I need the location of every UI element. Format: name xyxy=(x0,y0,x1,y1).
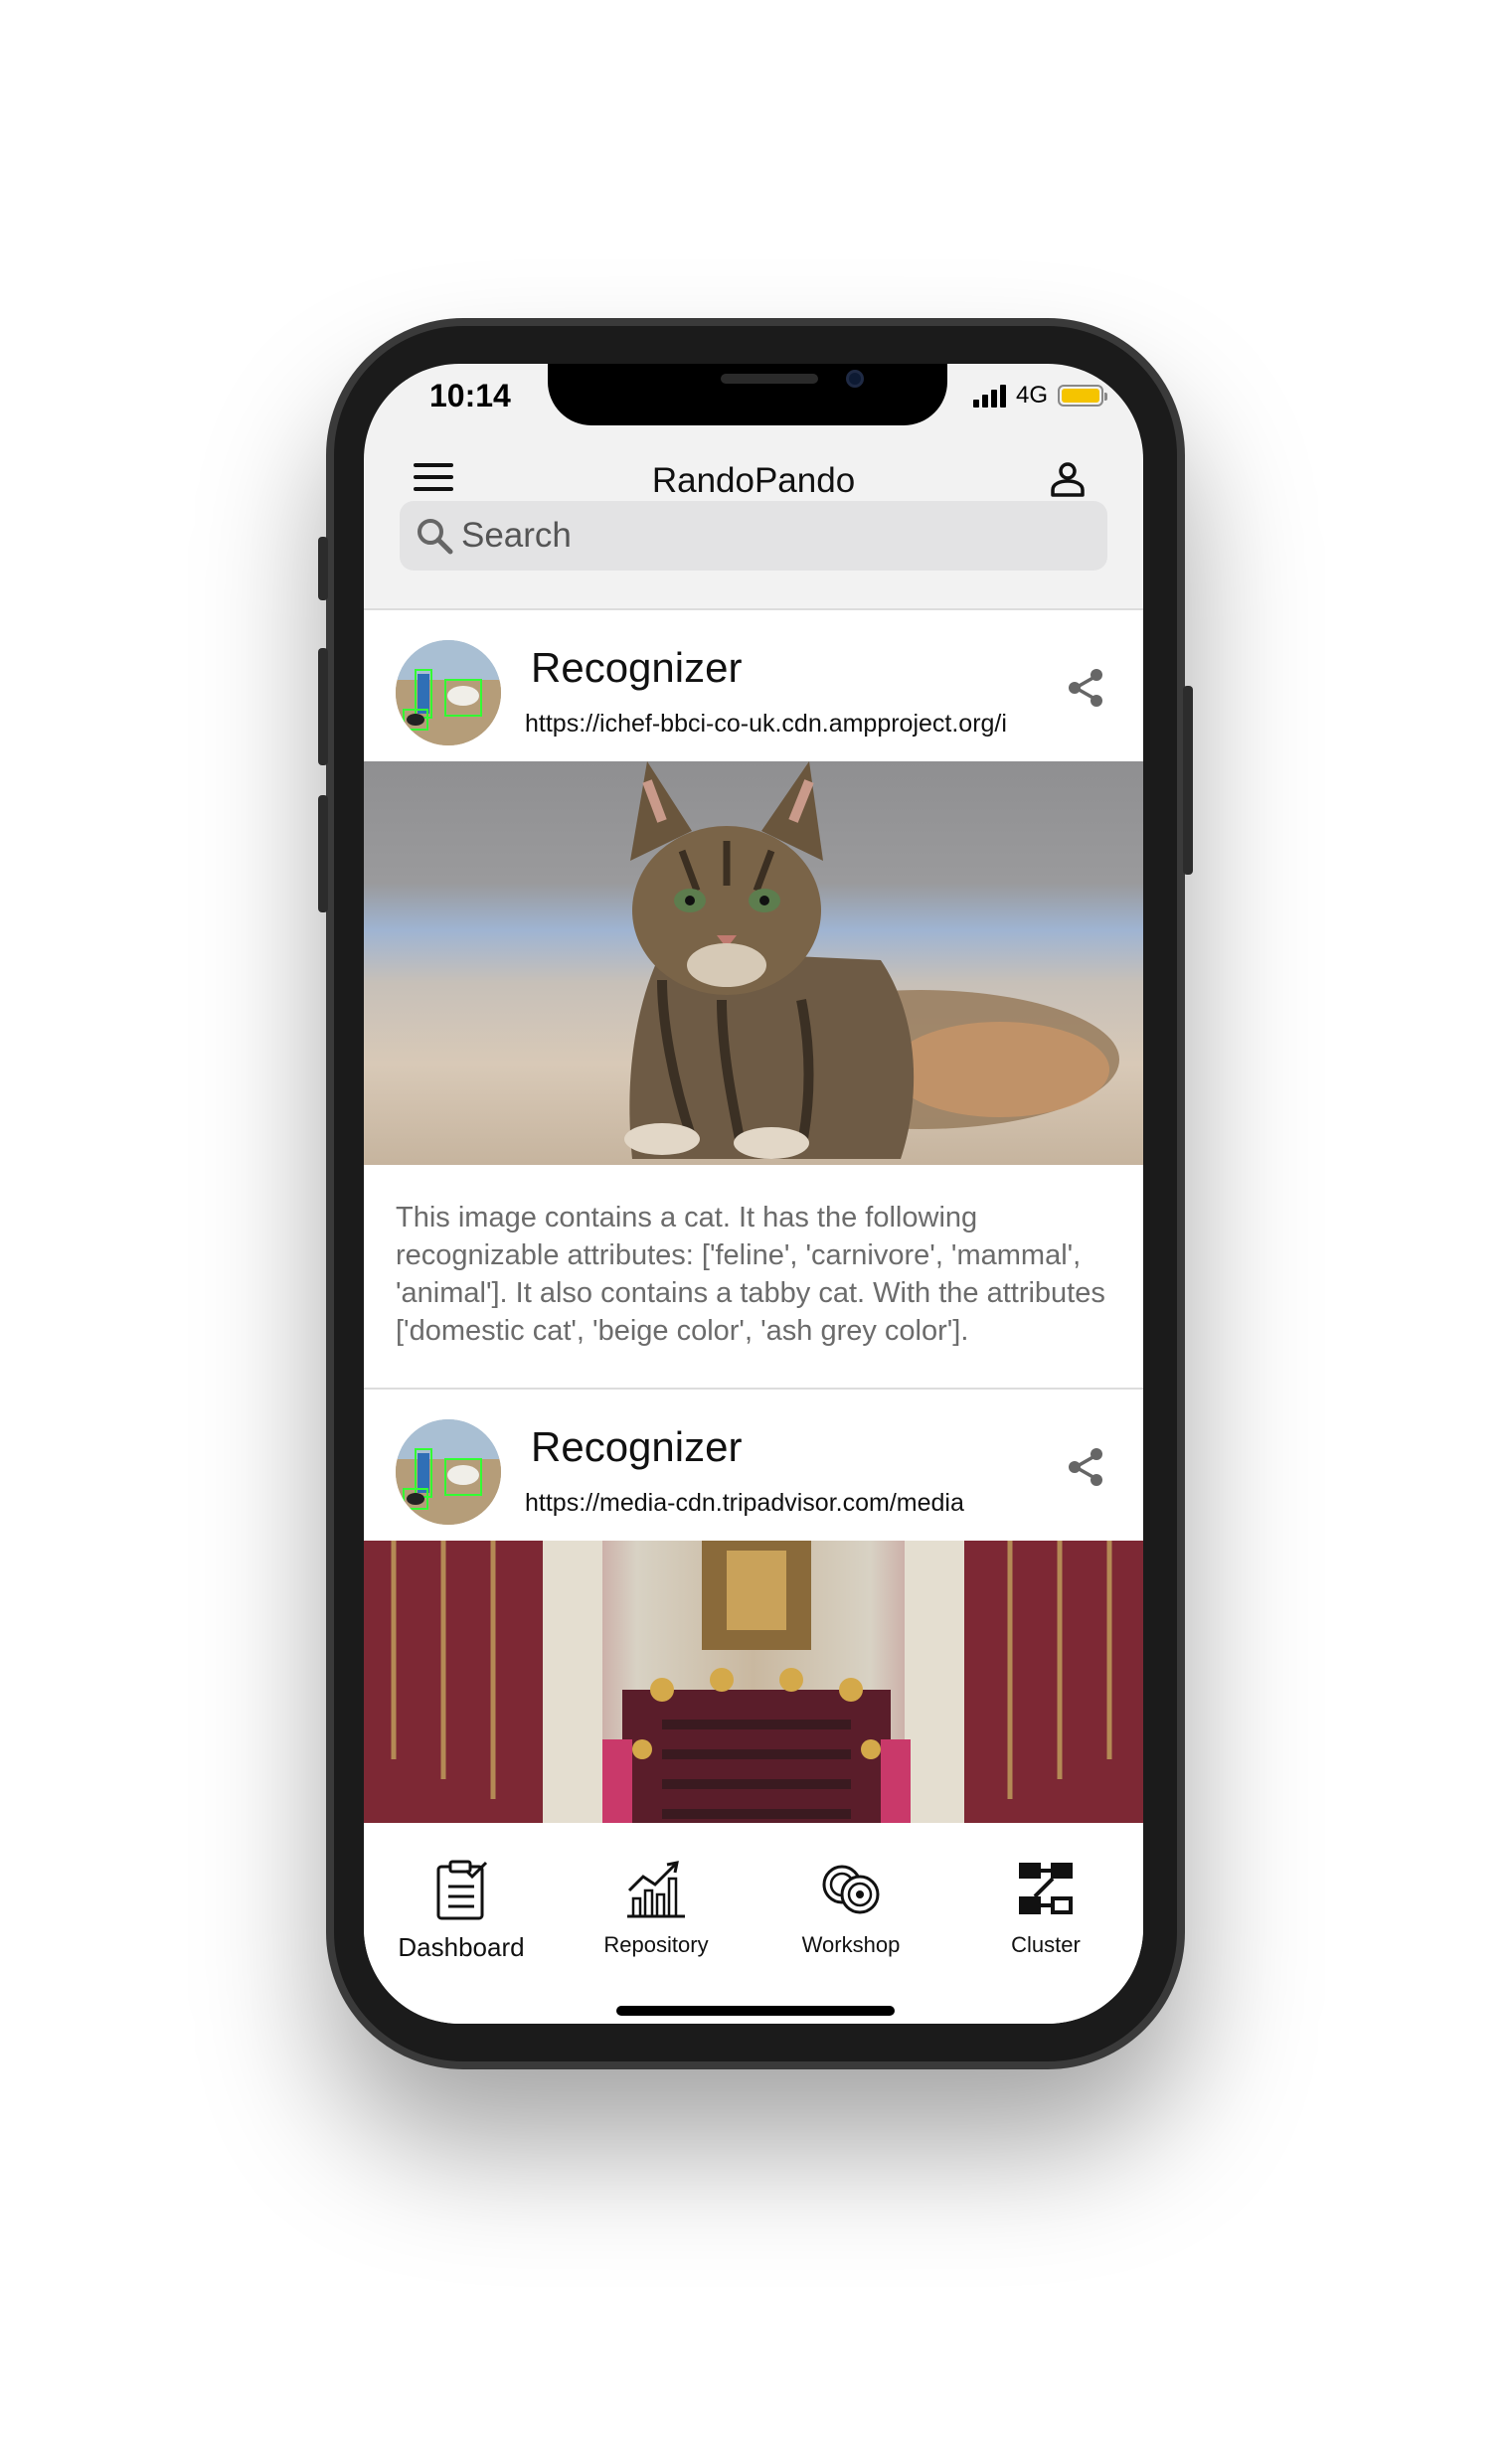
nav-label: Cluster xyxy=(1011,1932,1081,1957)
card-title: Recognizer xyxy=(531,1423,743,1470)
card-url[interactable]: https://ichef-bbci-co-uk.cdn.ampproject.… xyxy=(525,710,1042,739)
flow-nodes-icon xyxy=(1019,1863,1073,1914)
volume-down-button xyxy=(318,795,328,912)
tabby-cat-photo[interactable] xyxy=(364,761,1143,1165)
search-input[interactable] xyxy=(461,501,1078,571)
mute-switch xyxy=(318,537,328,600)
search-bar[interactable] xyxy=(400,501,1107,571)
recognizer-avatar xyxy=(396,640,501,745)
nav-label: Dashboard xyxy=(398,1932,525,1962)
status-indicators: 4G xyxy=(972,382,1107,410)
card-description: This image contains a cat. It has the fo… xyxy=(396,1202,1105,1347)
feed-card[interactable]: Recognizer https://ichef-bbci-co-uk.cdn.… xyxy=(364,608,1143,1388)
search-icon xyxy=(418,519,453,555)
card-header: Recognizer https://media-cdn.tripadvisor… xyxy=(364,1390,1143,1541)
battery-icon xyxy=(1058,385,1107,407)
card-header: Recognizer https://ichef-bbci-co-uk.cdn.… xyxy=(364,610,1143,761)
growth-chart-icon xyxy=(627,1861,685,1918)
coins-icon xyxy=(822,1865,880,1914)
app-title: RandoPando xyxy=(651,461,856,500)
signal-icon xyxy=(972,384,1006,408)
nav-workshop[interactable]: Workshop xyxy=(754,1857,948,1958)
clipboard-checklist-icon xyxy=(436,1860,488,1920)
card-url[interactable]: https://media-cdn.tripadvisor.com/media xyxy=(525,1489,1042,1518)
share-icon[interactable] xyxy=(1064,1445,1107,1489)
notch xyxy=(548,364,947,425)
home-indicator[interactable] xyxy=(616,2006,895,2016)
power-button xyxy=(1183,686,1193,875)
card-title: Recognizer xyxy=(531,644,743,691)
network-type: 4G xyxy=(1015,382,1048,409)
front-camera xyxy=(846,370,864,388)
nav-label: Workshop xyxy=(801,1932,901,1957)
phone-screen: 10:14 4G RandoPando Search Recognizer ht… xyxy=(364,364,1143,2024)
user-profile-icon[interactable] xyxy=(1048,459,1088,499)
status-time: 10:14 xyxy=(429,378,511,413)
bottom-navigation: Dashboard Repository Workshop Cluster xyxy=(364,1823,1143,2024)
feed-card[interactable]: Recognizer https://media-cdn.tripadvisor… xyxy=(364,1388,1143,1827)
nav-repository[interactable]: Repository xyxy=(559,1857,754,1958)
nav-dashboard[interactable]: Dashboard xyxy=(364,1857,559,1963)
nav-cluster[interactable]: Cluster xyxy=(948,1857,1143,1958)
nav-label: Repository xyxy=(603,1932,709,1957)
earpiece-speaker xyxy=(721,374,818,384)
volume-up-button xyxy=(318,648,328,765)
share-icon[interactable] xyxy=(1064,666,1107,710)
ornate-hall-interior-photo[interactable] xyxy=(364,1541,1143,1827)
recognizer-avatar xyxy=(396,1419,501,1525)
